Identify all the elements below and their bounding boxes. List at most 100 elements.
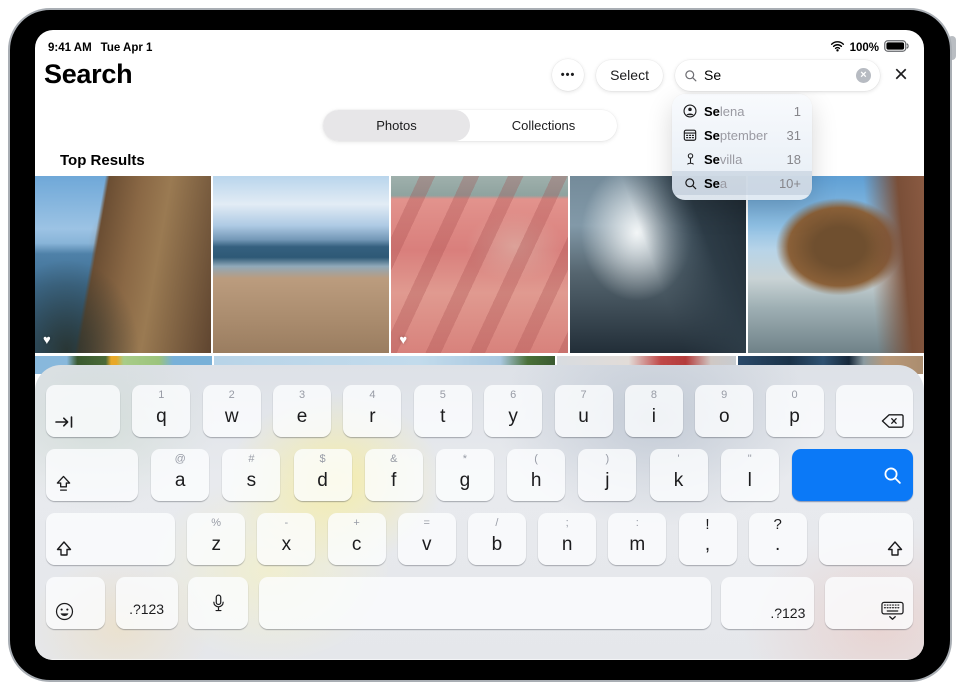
key-emoji[interactable] — [46, 577, 105, 629]
key-v[interactable]: =v — [398, 513, 456, 565]
suggestion-sevilla[interactable]: Sevilla 18 — [672, 147, 812, 171]
keyboard-row: %z-x+c=v/b;n:m!,?. — [46, 513, 913, 565]
key-backspace[interactable] — [836, 385, 913, 437]
key-space[interactable] — [259, 577, 711, 629]
key-q[interactable]: 1q — [132, 385, 190, 437]
top-results-header: Top Results — [60, 152, 145, 169]
capslock-icon — [55, 475, 72, 493]
search-icon — [684, 69, 698, 82]
key-h[interactable]: (h — [507, 449, 565, 501]
emoji-icon — [55, 602, 74, 621]
key-y[interactable]: 6y — [484, 385, 542, 437]
key-mic[interactable] — [188, 577, 248, 629]
more-button[interactable]: ••• — [552, 59, 584, 91]
suggestion-count: 10+ — [779, 176, 801, 191]
photo-pink-building-terrace[interactable]: ♥ — [391, 176, 567, 353]
key-e[interactable]: 3e — [273, 385, 331, 437]
mic-icon — [212, 594, 225, 613]
suggestion-september[interactable]: September 31 — [672, 123, 812, 147]
key-b[interactable]: /b — [468, 513, 526, 565]
suggestion-selena[interactable]: Selena1 — [672, 99, 812, 123]
dismiss-icon — [881, 601, 904, 621]
ipad-mockup: 9:41 AM Tue Apr 1 100% Search ••• Select — [0, 0, 960, 690]
key-t[interactable]: 5t — [414, 385, 472, 437]
favorite-heart-icon: ♥ — [399, 332, 407, 347]
shift-right-icon — [886, 541, 904, 557]
key-numbers-left[interactable]: .?123 — [116, 577, 178, 629]
keyboard-row: @a#s $d&f*g(h)j 'k"l — [46, 449, 913, 501]
suggestion-text: Sevilla — [704, 152, 742, 167]
select-button[interactable]: Select — [596, 60, 663, 91]
suggestion-count: 18 — [787, 152, 801, 167]
key-j[interactable]: )j — [578, 449, 636, 501]
key-f[interactable]: &f — [365, 449, 423, 501]
key-u[interactable]: 7u — [555, 385, 613, 437]
photos-collections-segmented-control: Photos Collections — [323, 110, 617, 141]
keyboard-row: 1q2w3e4r5t6y7u8i9o0p — [46, 385, 913, 437]
key-r[interactable]: 4r — [343, 385, 401, 437]
key-search-return[interactable] — [792, 449, 913, 501]
photo-rock-formation-sea[interactable] — [748, 176, 924, 353]
key-n[interactable]: ;n — [538, 513, 596, 565]
key-x[interactable]: -x — [257, 513, 315, 565]
key-m[interactable]: :m — [608, 513, 666, 565]
search-icon — [683, 177, 697, 190]
battery-percent: 100% — [850, 42, 879, 54]
key-.[interactable]: ?. — [749, 513, 807, 565]
map-pin-icon — [683, 152, 697, 166]
key-shift-left[interactable] — [46, 513, 175, 565]
calendar-icon — [683, 128, 697, 142]
suggestion-sea[interactable]: Sea 10+ — [672, 171, 812, 195]
search-suggestions-dropdown: Selena1 September 31 Sevilla 18 Sea 10+ — [672, 94, 812, 200]
wifi-icon — [830, 40, 845, 55]
key-i[interactable]: 8i — [625, 385, 683, 437]
onscreen-keyboard: 1q2w3e4r5t6y7u8i9o0p @a#s $d&f*g(h)j 'k"l %z… — [35, 365, 924, 660]
clear-search-icon[interactable]: × — [856, 68, 871, 83]
favorite-heart-icon: ♥ — [43, 332, 51, 347]
key-c[interactable]: +c — [328, 513, 386, 565]
status-time: 9:41 AM — [48, 42, 92, 54]
suggestion-text: Selena — [704, 104, 744, 119]
key-s[interactable]: #s — [222, 449, 280, 501]
key-,[interactable]: !, — [679, 513, 737, 565]
tab-photos[interactable]: Photos — [323, 110, 470, 141]
shift-left-icon — [55, 541, 73, 557]
toolbar: ••• Select Se × × — [552, 59, 910, 91]
key-dismiss[interactable] — [825, 577, 913, 629]
suggestion-text: Sea — [704, 176, 727, 191]
top-results-photo-grid: ♥♥ — [35, 176, 924, 353]
person-circle-icon — [683, 104, 697, 118]
key-shift-right[interactable] — [819, 513, 913, 565]
tab-icon — [55, 415, 75, 429]
key-capslock[interactable] — [46, 449, 138, 501]
key-w[interactable]: 2w — [203, 385, 261, 437]
close-icon[interactable]: × — [892, 63, 910, 87]
suggestion-text: September — [704, 128, 768, 143]
key-tab[interactable] — [46, 385, 120, 437]
key-a[interactable]: @a — [151, 449, 209, 501]
search-return-icon — [883, 466, 902, 485]
key-g[interactable]: *g — [436, 449, 494, 501]
suggestion-count: 31 — [787, 128, 801, 143]
search-input[interactable]: Se × — [675, 60, 880, 91]
page-title: Search — [44, 59, 132, 90]
key-k[interactable]: 'k — [650, 449, 708, 501]
photo-sandy-beach-waves[interactable] — [213, 176, 389, 353]
photo-rocky-cliff-coast[interactable]: ♥ — [35, 176, 211, 353]
photo-wave-crashing-rocks[interactable] — [570, 176, 746, 353]
keyboard-row: .?123 .?123 — [46, 577, 913, 629]
status-date: Tue Apr 1 — [101, 42, 153, 54]
backspace-icon — [881, 413, 904, 429]
key-l[interactable]: "l — [721, 449, 779, 501]
tab-collections[interactable]: Collections — [470, 110, 617, 141]
keyboard-rows: 1q2w3e4r5t6y7u8i9o0p @a#s $d&f*g(h)j 'k"l %z… — [35, 365, 924, 629]
status-bar: 9:41 AM Tue Apr 1 100% — [48, 40, 909, 55]
key-numbers-right[interactable]: .?123 — [721, 577, 814, 629]
key-o[interactable]: 9o — [695, 385, 753, 437]
key-d[interactable]: $d — [294, 449, 352, 501]
key-z[interactable]: %z — [187, 513, 245, 565]
key-p[interactable]: 0p — [766, 385, 824, 437]
search-query-text: Se — [704, 67, 850, 83]
photos-search-screen: 9:41 AM Tue Apr 1 100% Search ••• Select — [35, 30, 924, 660]
battery-icon — [884, 40, 909, 55]
